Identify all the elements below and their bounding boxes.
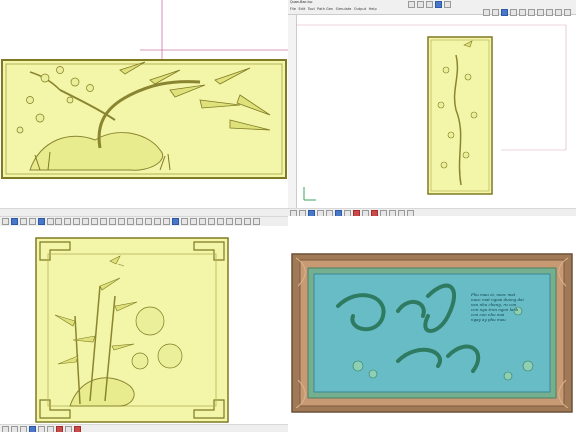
tool-icon[interactable] [74,426,81,432]
tool-icon[interactable] [127,218,134,225]
tool-icon[interactable] [100,218,107,225]
status-bar [0,208,288,216]
tool-icon[interactable] [226,218,233,225]
toolbar-top [408,1,451,8]
calligraphy-canvas [291,253,573,413]
tool-icon[interactable] [91,218,98,225]
tool-icon[interactable] [20,426,27,432]
tool-icon[interactable] [20,218,27,225]
tool-icon[interactable] [426,1,433,8]
axis-gizmo-icon [303,187,316,201]
poem-line: ngay ay phu mau [471,317,506,322]
tool-icon[interactable] [82,218,89,225]
window-chrome: Quan-Bac.lcp File Edit Tool Path Gen Sim… [288,0,576,16]
tool-icon[interactable] [2,218,9,225]
tool-icon[interactable] [55,218,62,225]
tool-icon[interactable] [408,1,415,8]
tool-icon[interactable] [38,426,45,432]
tool-icon[interactable] [136,218,143,225]
tool-icon[interactable] [199,218,206,225]
poem-text: Phu mau oi, nuoc mat nuoc mat ngoai duon… [471,292,524,322]
tool-icon[interactable] [11,218,18,225]
tool-icon[interactable] [65,426,72,432]
tool-icon[interactable] [235,218,242,225]
status-toolbar [288,208,576,216]
relief-view-canvas[interactable] [0,0,288,216]
tool-icon[interactable] [190,218,197,225]
tool-icon[interactable] [181,218,188,225]
menu-edit[interactable]: Edit [298,7,305,11]
tool-icon[interactable] [208,218,215,225]
tool-icon[interactable] [73,218,80,225]
relief-panel-bamboo-chrysanthemum [0,216,288,432]
menu-tool[interactable]: Tool [308,7,315,11]
tool-icon[interactable] [29,426,36,432]
toolbar-strip [0,216,288,226]
relief-view-canvas-3[interactable] [0,226,288,424]
menu-file[interactable]: File [290,7,296,11]
tool-icon[interactable] [253,218,260,225]
tool-icon[interactable] [444,1,451,8]
tool-icon[interactable] [435,1,442,8]
tool-icon[interactable] [172,218,179,225]
tool-icon[interactable] [217,218,224,225]
tool-icon[interactable] [47,218,54,225]
tool-icon[interactable] [56,426,63,432]
viewport-canvas[interactable] [296,15,576,208]
menu-simulate[interactable]: Simulate [336,7,352,11]
tool-icon[interactable] [11,426,18,432]
tool-icon[interactable] [29,218,36,225]
tool-icon[interactable] [118,218,125,225]
tool-icon[interactable] [163,218,170,225]
tool-icon[interactable] [64,218,71,225]
calligraphy-relief-panel: Phu mau oi, nuoc mat nuoc mat ngoai duon… [288,216,576,432]
menu-help[interactable]: Help [369,7,377,11]
tool-icon[interactable] [47,426,54,432]
tool-icon[interactable] [145,218,152,225]
menu-bar: File Edit Tool Path Gen Simulate Output … [290,7,377,11]
tool-icon[interactable] [2,426,9,432]
tool-icon[interactable] [417,1,424,8]
menu-output[interactable]: Output [354,7,366,11]
tool-icon[interactable] [244,218,251,225]
tool-icon[interactable] [109,218,116,225]
window-title: Quan-Bac.lcp [290,0,313,4]
tool-icon[interactable] [38,218,45,225]
software-window: Quan-Bac.lcp File Edit Tool Path Gen Sim… [288,0,576,216]
tool-icon[interactable] [154,218,161,225]
menu-path-gen[interactable]: Path Gen [317,7,333,11]
status-toolbar-3 [0,424,288,432]
relief-panel-plum-bamboo [0,0,288,216]
